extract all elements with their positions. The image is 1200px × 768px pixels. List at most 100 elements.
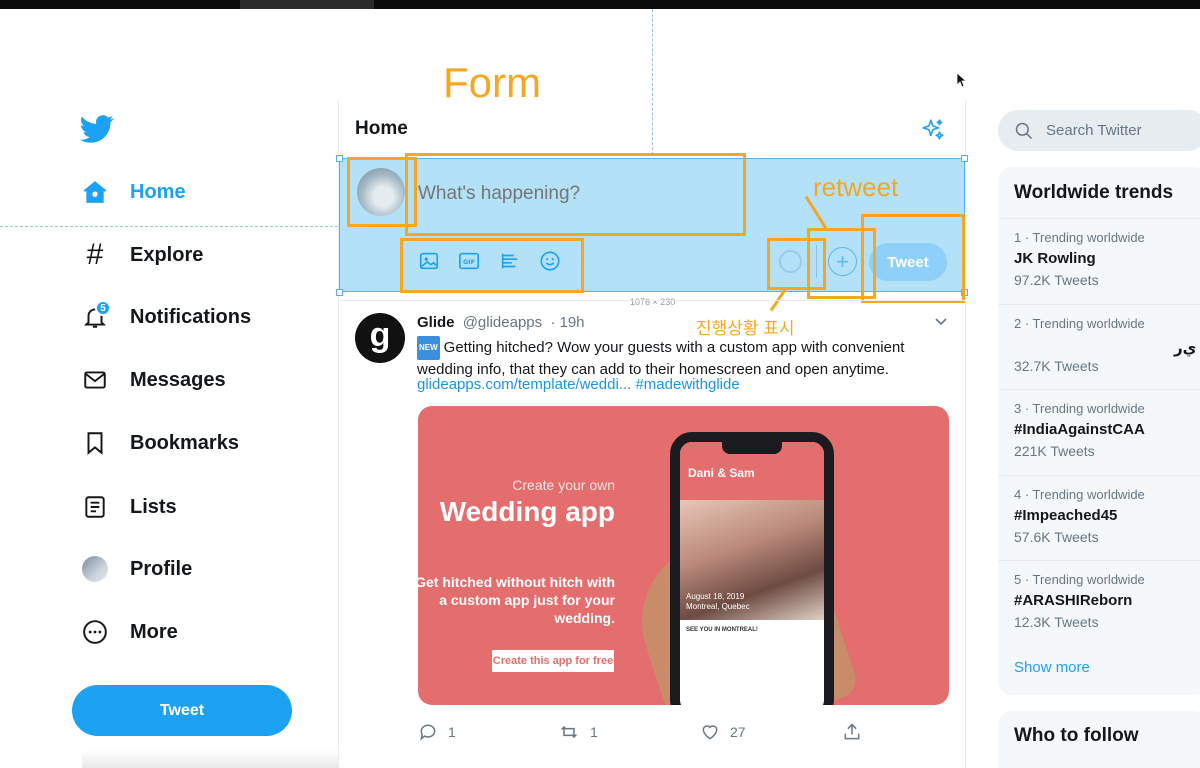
nav-item-more[interactable]: More <box>78 612 178 652</box>
phone-screen: Dani & Sam August 18, 2019 Montreal, Que… <box>680 442 824 705</box>
card-title: Wedding app <box>439 496 615 527</box>
phone-heading: SEE YOU IN MONTREAL! <box>686 627 758 633</box>
nav-item-lists[interactable]: Lists <box>78 487 177 527</box>
couple-photo: August 18, 2019 Montreal, Quebec <box>680 500 824 620</box>
trends-title: Worldwide trends <box>1014 182 1174 203</box>
trend-name: #Impeached45 <box>1014 507 1118 524</box>
nav-label: Profile <box>130 557 193 580</box>
nav-item-home[interactable]: Home <box>78 172 186 212</box>
sparkle-icon[interactable] <box>920 117 946 143</box>
trend-meta: 4 · Trending worldwide <box>1014 487 1145 502</box>
card-description: Get hitched without hitch with a custom … <box>418 574 615 626</box>
nav-item-explore[interactable]: # Explore <box>78 235 204 275</box>
divider <box>339 300 965 301</box>
card-cta-button[interactable]: Create this app for free <box>492 650 614 672</box>
avatar <box>82 556 108 582</box>
resize-handle[interactable] <box>961 155 968 162</box>
tweet-author-name[interactable]: Glide <box>417 314 455 331</box>
annotation-box-tools <box>400 238 584 293</box>
tweet-author-handle[interactable]: @glideapps <box>463 314 542 331</box>
annotation-box-input <box>405 153 746 236</box>
nav-label: Explore <box>130 243 204 266</box>
chevron-down-icon[interactable] <box>933 313 949 329</box>
tweet-header: Glide @glideapps · 19h <box>417 314 585 331</box>
list-icon <box>78 490 112 524</box>
scrollbar-track[interactable] <box>82 750 338 768</box>
trend-item[interactable]: 5 · Trending worldwide #ARASHIReborn 12.… <box>998 560 1200 646</box>
dimension-label: 1076 × 230 <box>630 297 676 307</box>
nav-item-notifications[interactable]: 5 Notifications <box>78 297 251 337</box>
nav-label: Bookmarks <box>130 431 239 454</box>
tweet-media-card[interactable]: Create your own Wedding app Get hitched … <box>418 406 949 705</box>
page-title: Home <box>355 118 408 139</box>
trend-name: #IndiaAgainstCAA <box>1014 421 1145 438</box>
tweet-text-content: Getting hitched? Wow your guests with a … <box>417 339 905 378</box>
new-badge-icon: NEW <box>417 336 440 360</box>
share-button[interactable] <box>842 722 862 742</box>
reply-button[interactable]: 1 <box>418 722 456 742</box>
twitter-logo-icon[interactable] <box>80 112 114 146</box>
trend-meta: 5 · Trending worldwide <box>1014 572 1145 587</box>
phone-place: Montreal, Quebec <box>686 602 750 611</box>
trend-item[interactable]: 1 · Trending worldwide JK Rowling 97.2K … <box>998 218 1200 304</box>
heart-icon <box>702 725 718 740</box>
browser-tab[interactable] <box>240 0 374 9</box>
who-to-follow-panel: Who to follow <box>998 711 1200 768</box>
like-button[interactable]: 27 <box>700 722 746 742</box>
browser-top-bar <box>0 0 1200 9</box>
nav-item-messages[interactable]: Messages <box>78 360 226 400</box>
nav-label: Home <box>130 180 186 203</box>
trend-count: 221K Tweets <box>1014 443 1095 459</box>
resize-handle[interactable] <box>336 155 343 162</box>
trend-meta: 2 · Trending worldwide <box>1014 316 1145 331</box>
tweet-link[interactable]: glideapps.com/template/weddi... #madewit… <box>417 376 740 393</box>
trend-name: ﻱﺭ <box>1174 340 1197 357</box>
search-input[interactable] <box>1046 122 1196 139</box>
trend-meta: 1 · Trending worldwide <box>1014 230 1145 245</box>
trend-count: 97.2K Tweets <box>1014 272 1099 288</box>
annotation-retweet-label: retweet <box>813 172 899 202</box>
share-icon <box>844 723 860 740</box>
annotation-box-tweet-button <box>861 214 965 303</box>
card-subtitle: Create your own <box>512 477 615 493</box>
retweet-count: 1 <box>590 724 598 740</box>
trend-count: 32.7K Tweets <box>1014 358 1099 374</box>
tweet-time[interactable]: · 19h <box>550 314 584 331</box>
phone-notch <box>722 442 782 454</box>
retweet-icon <box>560 725 578 739</box>
trend-item[interactable]: 4 · Trending worldwide #Impeached45 57.6… <box>998 475 1200 561</box>
search-bar[interactable] <box>998 110 1200 151</box>
tweet-author-avatar[interactable]: g <box>355 313 405 363</box>
sidebar-tweet-button[interactable]: Tweet <box>72 685 292 736</box>
nav-label: Lists <box>130 495 177 518</box>
search-icon <box>1015 122 1033 139</box>
show-more-link[interactable]: Show more <box>1014 659 1090 676</box>
trend-item[interactable]: 2 · Trending worldwide ﻱﺭ 32.7K Tweets <box>998 304 1200 390</box>
hashtag-icon: # <box>86 238 104 271</box>
mouse-cursor-icon <box>956 72 968 88</box>
like-count: 27 <box>730 724 746 740</box>
trend-name: JK Rowling <box>1014 250 1096 267</box>
layout-guide-horizontal <box>0 226 338 227</box>
trend-item[interactable]: 3 · Trending worldwide #IndiaAgainstCAA … <box>998 389 1200 475</box>
retweet-button[interactable]: 1 <box>558 722 598 742</box>
trend-meta: 3 · Trending worldwide <box>1014 401 1145 416</box>
nav-label: Notifications <box>130 305 252 328</box>
more-icon <box>78 615 112 649</box>
reply-icon <box>420 724 436 741</box>
trend-count: 57.6K Tweets <box>1014 529 1099 545</box>
notification-count-badge: 5 <box>95 300 111 316</box>
phone-date: August 18, 2019 <box>686 592 745 601</box>
nav-item-bookmarks[interactable]: Bookmarks <box>78 423 239 463</box>
resize-handle[interactable] <box>336 289 343 296</box>
reply-count: 1 <box>448 724 456 740</box>
who-to-follow-title: Who to follow <box>1014 725 1139 746</box>
tweet-text: NEW Getting hitched? Wow your guests with… <box>417 336 942 379</box>
bell-icon: 5 <box>78 300 112 334</box>
bookmark-icon <box>78 426 112 460</box>
trend-name: #ARASHIReborn <box>1014 592 1133 609</box>
envelope-icon <box>78 363 112 397</box>
trend-count: 12.3K Tweets <box>1014 614 1099 630</box>
nav-item-profile[interactable]: Profile <box>78 549 192 589</box>
home-icon <box>78 175 112 209</box>
